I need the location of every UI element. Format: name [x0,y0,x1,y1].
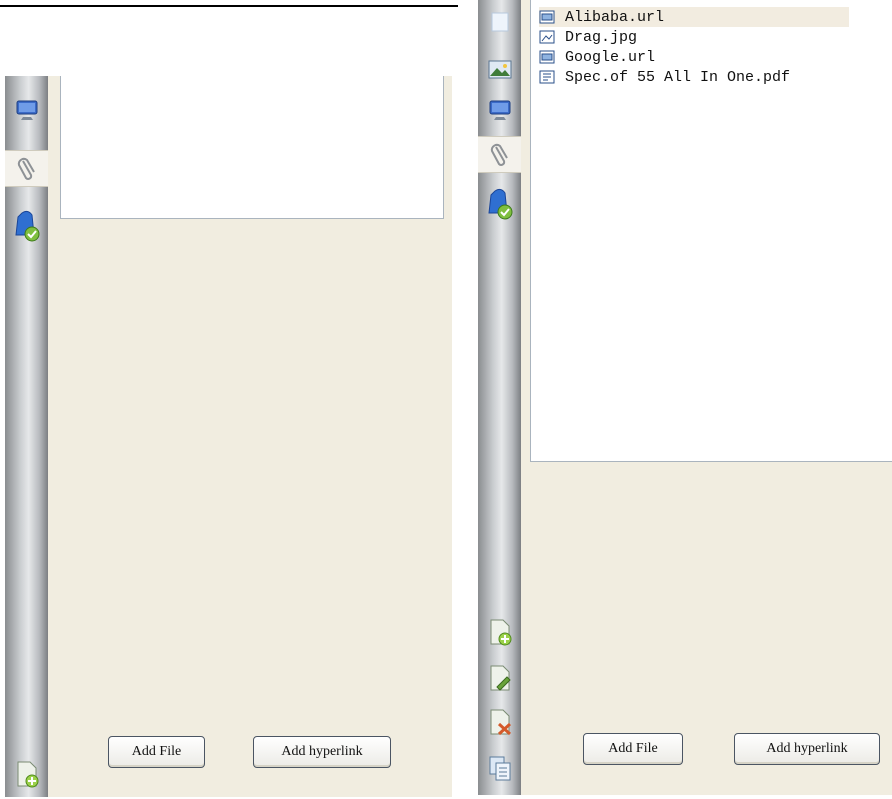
paperclip-icon[interactable] [478,136,521,173]
top-divider [0,5,458,7]
edit-file-icon[interactable] [482,660,517,695]
blank-page-icon[interactable] [482,4,517,39]
file-name: Alibaba.url [565,8,665,26]
list-item[interactable]: Alibaba.url [539,7,849,27]
url-file-icon [539,50,555,64]
right-sidebar [478,0,521,795]
monitor-icon[interactable] [482,92,517,127]
image-icon[interactable] [482,52,517,87]
add-file-button[interactable]: Add File [108,736,205,768]
url-file-icon [539,10,555,24]
add-file-icon[interactable] [9,756,44,791]
file-name: Google.url [565,48,656,66]
add-hyperlink-button[interactable]: Add hyperlink [734,733,880,765]
add-file-button[interactable]: Add File [583,733,683,765]
add-file-icon[interactable] [482,614,517,649]
list-item[interactable]: Spec.of 55 All In One.pdf [539,67,849,87]
user-check-icon[interactable] [9,208,44,243]
list-item[interactable]: Google.url [539,47,849,67]
pdf-file-icon [539,70,555,84]
delete-file-icon[interactable] [482,704,517,739]
copy-file-icon[interactable] [482,750,517,785]
left-sidebar [5,76,48,797]
user-check-icon[interactable] [482,186,517,221]
list-item[interactable]: Drag.jpg [539,27,849,47]
image-file-icon [539,30,555,44]
file-name: Spec.of 55 All In One.pdf [565,68,791,86]
paperclip-icon[interactable] [5,150,48,187]
monitor-icon[interactable] [9,92,44,127]
right-attachment-list[interactable]: Alibaba.url Drag.jpg Google.url Spec.of … [530,0,892,462]
file-name: Drag.jpg [565,28,638,46]
add-hyperlink-button[interactable]: Add hyperlink [253,736,391,768]
left-attachment-list[interactable] [60,76,444,219]
